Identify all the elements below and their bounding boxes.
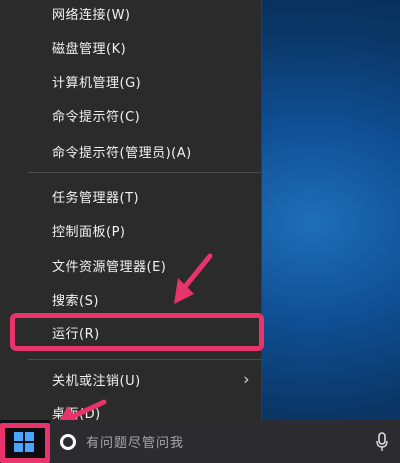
pointer-arrow-icon [174, 253, 213, 304]
menu-item-label: 搜索(S) [52, 293, 99, 309]
menu-item-label: 磁盘管理(K) [52, 41, 127, 57]
menu-item-label: 命令提示符(管理员)(A) [52, 145, 192, 161]
menu-item-label: 计算机管理(G) [52, 75, 142, 91]
menu-item-file-explorer[interactable]: 文件资源管理器(E) [0, 248, 262, 282]
menu-item-command-prompt[interactable]: 命令提示符(C) [0, 98, 262, 132]
menu-item-network-connections[interactable]: 网络连接(W) [0, 0, 262, 30]
menu-item-label: 文件资源管理器(E) [52, 259, 167, 275]
microphone-icon[interactable] [376, 432, 388, 452]
menu-item-label: 任务管理器(T) [52, 190, 140, 206]
menu-item-search[interactable]: 搜索(S) [0, 282, 262, 316]
menu-item-label: 网络连接(W) [52, 7, 131, 23]
chevron-right-icon: › [243, 369, 250, 389]
menu-item-disk-management[interactable]: 磁盘管理(K) [0, 30, 262, 64]
menu-item-command-prompt-admin[interactable]: 命令提示符(管理员)(A) [0, 134, 262, 168]
run-highlight-box [10, 313, 264, 351]
menu-separator [28, 172, 262, 173]
menu-item-label: 控制面板(P) [52, 224, 126, 240]
cortana-search-box[interactable]: 有问题尽管问我 [50, 420, 400, 463]
taskbar: 有问题尽管问我 [0, 420, 400, 463]
menu-item-label: 关机或注销(U) [52, 373, 141, 389]
menu-item-label: 命令提示符(C) [52, 109, 141, 125]
menu-item-shutdown-signout[interactable]: 关机或注销(U) › [0, 362, 262, 396]
menu-item-task-manager[interactable]: 任务管理器(T) [0, 179, 262, 213]
menu-separator [28, 359, 262, 360]
cortana-circle-icon [60, 433, 76, 450]
winx-context-menu: 网络连接(W) 磁盘管理(K) 计算机管理(G) 命令提示符(C) 命令提示符(… [0, 0, 262, 422]
start-highlight-box [0, 423, 50, 463]
search-placeholder: 有问题尽管问我 [86, 436, 185, 451]
menu-item-computer-management[interactable]: 计算机管理(G) [0, 64, 262, 98]
menu-item-control-panel[interactable]: 控制面板(P) [0, 213, 262, 247]
